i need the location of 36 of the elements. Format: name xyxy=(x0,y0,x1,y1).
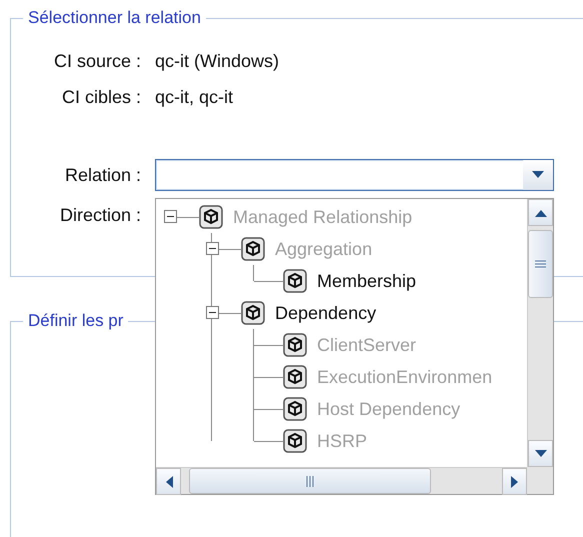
scroll-thumb[interactable] xyxy=(528,230,553,298)
group-title: Définir les pr xyxy=(23,311,128,331)
horizontal-scrollbar[interactable] xyxy=(156,467,527,494)
field-value: qc-it, qc-it xyxy=(155,86,234,108)
field-label: CI cibles : xyxy=(60,86,142,108)
tree-item[interactable]: Aggregation xyxy=(275,238,372,260)
tree-item[interactable]: HSRP xyxy=(317,430,368,452)
cube-icon xyxy=(283,269,307,293)
vertical-scrollbar[interactable] xyxy=(527,199,553,467)
cube-icon xyxy=(199,205,223,229)
scroll-thumb[interactable] xyxy=(189,468,431,494)
cube-icon xyxy=(283,429,307,453)
tree-item[interactable]: Managed Relationship xyxy=(233,206,412,228)
field-value: qc-it (Windows) xyxy=(155,50,280,72)
tree-item[interactable]: Membership xyxy=(317,270,416,292)
field-label: CI source : xyxy=(52,50,142,72)
collapse-toggle[interactable] xyxy=(206,242,219,255)
scroll-right-icon[interactable] xyxy=(502,468,527,495)
scroll-up-icon[interactable] xyxy=(528,199,553,226)
tree-item[interactable]: ClientServer xyxy=(317,334,416,356)
cube-icon xyxy=(283,365,307,389)
tree-item[interactable]: Host Dependency xyxy=(317,398,460,420)
cube-icon xyxy=(241,237,265,261)
cube-icon xyxy=(283,397,307,421)
collapse-toggle[interactable] xyxy=(206,306,219,319)
relation-dropdown[interactable] xyxy=(155,159,554,191)
field-label: Direction : xyxy=(58,204,142,226)
scroll-left-icon[interactable] xyxy=(156,468,181,495)
scrollbar-corner xyxy=(527,467,553,494)
scroll-down-icon[interactable] xyxy=(528,440,553,467)
cube-icon xyxy=(283,333,307,357)
cube-icon xyxy=(241,301,265,325)
tree-item[interactable]: Dependency xyxy=(275,302,376,324)
collapse-toggle[interactable] xyxy=(164,210,177,223)
field-label: Relation : xyxy=(64,164,142,186)
tree-item[interactable]: ExecutionEnvironmen xyxy=(317,366,492,388)
